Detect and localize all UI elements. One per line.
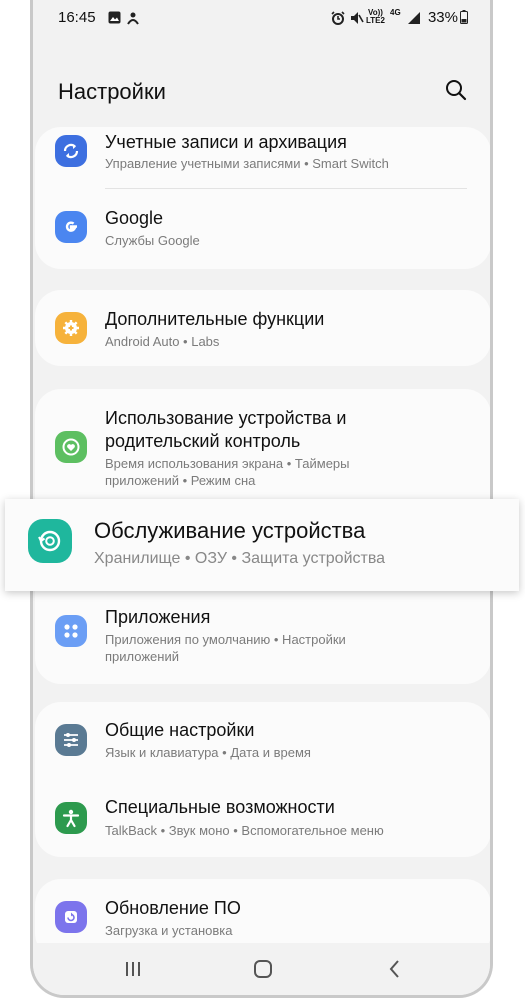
- settings-item-apps[interactable]: Приложения Приложения по умолчанию • Нас…: [35, 594, 490, 674]
- battery-percentage: 33%: [427, 9, 458, 26]
- status-bar: 16:45 Vo)) LTE2 4G 33%: [33, 0, 490, 36]
- item-title: Google: [105, 208, 164, 228]
- item-title: Обновление ПО: [105, 898, 241, 918]
- settings-item-accounts[interactable]: Учетные записи и архивация Управление уч…: [35, 127, 490, 187]
- item-subtitle: TalkBack • Звук моно • Вспомогательное м…: [105, 823, 384, 838]
- item-title: Специальные возможности: [105, 797, 335, 817]
- item-title: Дополнительные функции: [105, 309, 325, 329]
- apps-grid-icon: [55, 615, 87, 647]
- search-icon[interactable]: [444, 78, 468, 102]
- update-icon: [55, 901, 87, 933]
- google-icon: [55, 211, 87, 243]
- item-title-line2: родительский контроль: [105, 431, 301, 451]
- volte-indicator: Vo)) LTE2: [366, 9, 385, 25]
- signal-icon: [408, 12, 420, 24]
- item-title: Обслуживание устройства: [94, 518, 366, 543]
- settings-item-general[interactable]: Общие настройки Язык и клавиатура • Дата…: [35, 702, 490, 779]
- settings-item-accessibility[interactable]: Специальные возможности TalkBack • Звук …: [35, 780, 490, 857]
- item-subtitle-line1: Приложения по умолчанию • Настройки: [105, 632, 346, 647]
- battery-icon: [460, 10, 468, 24]
- item-subtitle-line2: приложений: [105, 649, 179, 664]
- status-time: 16:45: [58, 9, 96, 26]
- app-notification-icon: [127, 12, 139, 25]
- item-title-line1: Использование устройства и: [105, 408, 347, 428]
- network-indicator: 4G: [390, 8, 401, 17]
- device-care-icon: [28, 519, 72, 563]
- home-icon[interactable]: [251, 957, 275, 981]
- general-card: Общие настройки Язык и клавиатура • Дата…: [35, 702, 490, 857]
- recent-apps-icon[interactable]: [121, 957, 145, 981]
- advanced-card: Дополнительные функции Android Auto • La…: [35, 290, 490, 366]
- heart-circle-icon: [55, 431, 87, 463]
- item-title: Учетные записи и архивация: [105, 132, 347, 152]
- accessibility-icon: [55, 802, 87, 834]
- item-subtitle: Службы Google: [105, 233, 200, 248]
- gear-plus-icon: [55, 312, 87, 344]
- lte-label: LTE2: [366, 16, 385, 25]
- back-icon[interactable]: [383, 957, 407, 981]
- settings-item-google[interactable]: Google Службы Google: [35, 189, 490, 269]
- page-title: Настройки: [58, 79, 166, 104]
- mute-icon: [351, 12, 364, 24]
- accounts-card: Учетные записи и архивация Управление уч…: [35, 127, 490, 269]
- settings-item-advanced[interactable]: Дополнительные функции Android Auto • La…: [35, 290, 490, 366]
- item-subtitle: Язык и клавиатура • Дата и время: [105, 745, 311, 760]
- item-subtitle-line2: приложений • Режим сна: [105, 473, 256, 488]
- item-subtitle-line1: Время использования экрана • Таймеры: [105, 456, 350, 471]
- gallery-notification-icon: [108, 11, 121, 24]
- settings-item-device-care[interactable]: Обслуживание устройства Хранилище • ОЗУ …: [5, 499, 519, 591]
- item-title: Общие настройки: [105, 720, 255, 740]
- item-subtitle: Android Auto • Labs: [105, 334, 220, 349]
- navigation-bar: [33, 943, 490, 995]
- item-subtitle: Загрузка и установка: [105, 923, 233, 938]
- item-title: Приложения: [105, 607, 211, 627]
- settings-item-wellbeing[interactable]: Использование устройства и родительский …: [35, 389, 490, 499]
- alarm-icon: [331, 11, 345, 25]
- item-subtitle: Хранилище • ОЗУ • Защита устройства: [94, 550, 386, 567]
- sync-icon: [55, 135, 87, 167]
- sliders-icon: [55, 724, 87, 756]
- item-subtitle: Управление учетными записями • Smart Swi…: [105, 156, 389, 171]
